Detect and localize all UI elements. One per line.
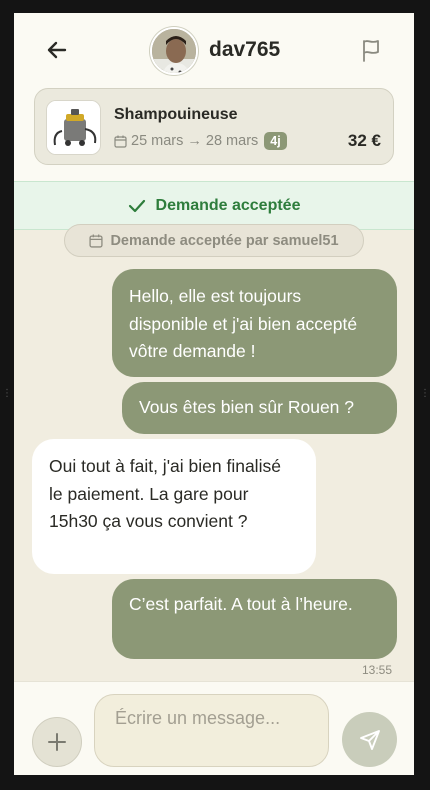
system-message-text: Demande acceptée par samuel51 [110,232,339,249]
status-banner-text: Demande acceptée [155,196,301,214]
message-input[interactable] [94,694,329,767]
item-card[interactable]: Shampouineuse 25 mars → 28 mars 4j 32 € [34,88,394,165]
calendar-icon [114,135,127,148]
plus-icon [48,733,66,751]
flag-icon [363,40,379,62]
arrow-left-icon [47,41,67,59]
item-thumbnail [46,100,101,155]
username: dav765 [209,38,281,61]
chat-screen: dav765 Shampouineuse 25 mars → 28 mars 4… [14,13,414,775]
resize-handle-right[interactable]: ⋮⋮ [420,388,430,399]
message-timestamp: 13:55 [361,663,392,677]
message-bubble-sent[interactable]: Vous êtes bien sûr Rouen ? [122,382,397,434]
system-message: Demande acceptée par samuel51 [64,224,364,257]
avatar[interactable] [150,27,198,75]
message-bubble-sent[interactable]: C’est parfait. A tout à l’heure. [112,579,397,659]
calendar-icon [89,234,104,248]
chat-header: dav765 Shampouineuse 25 mars → 28 mars 4… [14,13,414,193]
message-bubble-sent[interactable]: Hello, elle est toujours disponible et j… [112,269,397,377]
report-button[interactable] [358,37,384,63]
item-price: 32 € [347,131,381,150]
send-icon [359,729,380,750]
date-end: 28 mars [205,133,259,149]
item-dates: 25 mars → 28 mars 4j [114,131,287,151]
date-arrow: → [187,133,202,149]
add-attachment-button[interactable] [32,717,82,767]
message-bubble-received[interactable]: Oui tout à fait, j'ai bien finalisé le p… [32,439,316,574]
message-composer [14,681,414,775]
item-title: Shampouineuse [114,106,238,123]
duration-badge: 4j [264,132,287,150]
back-button[interactable] [42,35,72,65]
send-button[interactable] [342,712,397,767]
check-icon [128,199,145,212]
status-banner: Demande acceptée [14,181,414,230]
date-start: 25 mars [131,133,184,149]
